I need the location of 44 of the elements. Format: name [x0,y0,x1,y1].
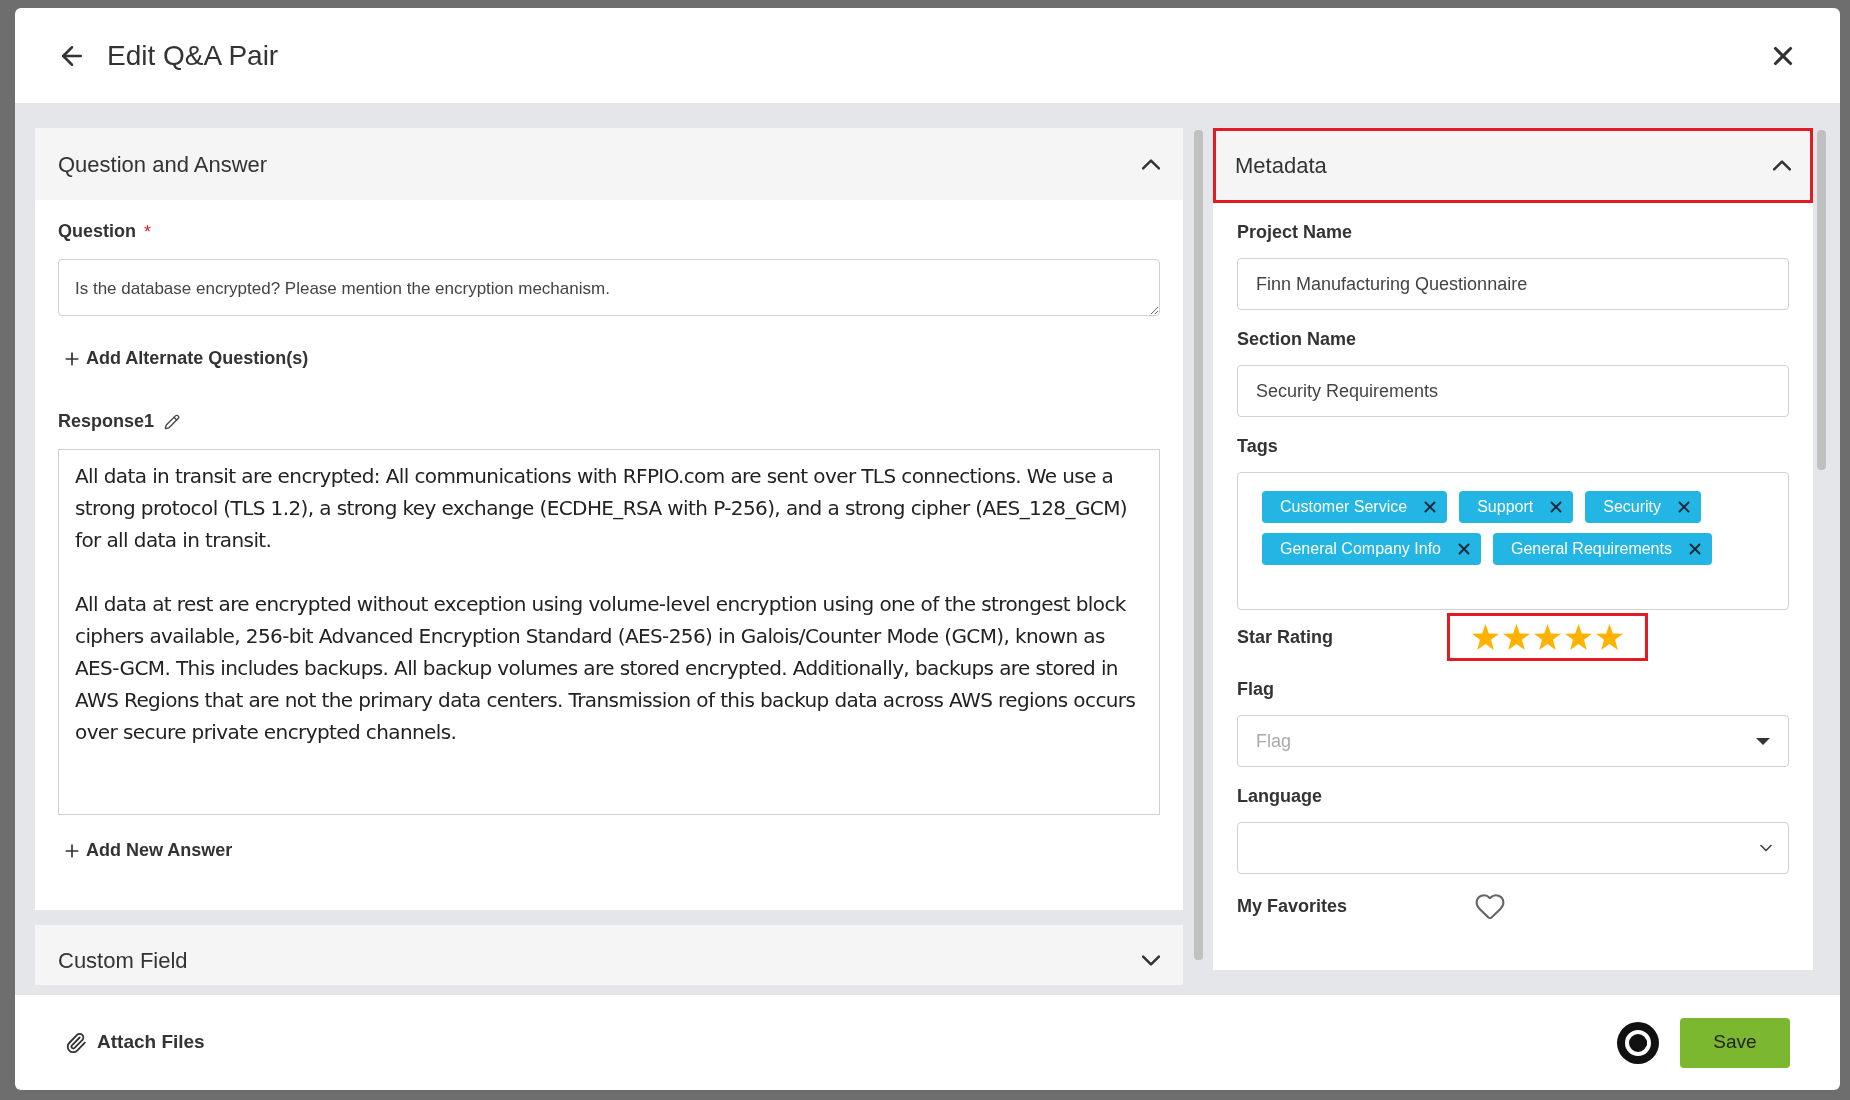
star-icon[interactable] [1565,624,1592,650]
assistant-logo-icon[interactable] [1616,1020,1660,1065]
chevron-icon [1142,954,1160,966]
add-alternate-question-link[interactable]: Add Alternate Question(s) [62,345,309,372]
question-field[interactable]: Is the database encrypted? Please mention the encryption mechanism. [58,259,1160,316]
star-icon[interactable] [1472,624,1499,650]
tag-chip: General Company Info [1262,533,1481,565]
scrollbar-thumb[interactable] [1816,130,1826,470]
text-field[interactable]: Finn Manufacturing Questionnaire [1237,258,1789,310]
field-label: Response1 [58,410,155,433]
field-label: Question [58,220,136,243]
field-label: Language [1237,785,1323,808]
chevron-icon [1142,158,1160,170]
tag-chip: Security [1585,491,1701,523]
star-rating[interactable] [1472,624,1623,650]
save-button[interactable]: Save [1680,1017,1790,1068]
section-header[interactable]: Custom Field [35,925,1183,985]
response-paragraph: All data in transit are encrypted: All communications with RFPIO.com are sent over TLS connections. We use a strong protocol (TLS 1.2), a strong key exchange (ECDHE_RSA with P-256), and a strong cipher (AES_128_GCM) for all data in transit. [75,463,1128,554]
field-label: Section Name [1237,328,1358,351]
field-label: Project Name [1237,221,1354,244]
section-header[interactable]: Question and Answer [35,128,1183,200]
paperclip-icon [65,1031,87,1054]
attach-files-button[interactable]: Attach Files [65,1028,205,1057]
dialog-title: Edit Q&A Pair [107,38,279,73]
star-icon[interactable] [1534,624,1561,650]
star-icon[interactable] [1596,624,1623,650]
response-paragraph: All data at rest are encrypted without exception using volume-level encryption using one of the strongest block ciphers available, 256-bit Advanced Encryption Standard (AES-256) in Galois/Counter Mode (GCM), known as AES-GCM. This includes backups. All backup volumes are stored encrypted. Additionally, backups are stored in AWS Regions that are not the primary data centers. Transmission of this backup data across AWS regions occurs over secure private encrypted channels. [75,591,1137,746]
text-field[interactable]: Security Requirements [1237,365,1789,417]
tag-chip: Customer Service [1262,491,1448,523]
tag-chip: General Requirements [1493,533,1712,565]
field-label: Star Rating [1237,625,1334,649]
pencil-icon[interactable] [164,413,181,430]
field-label: My Favorites [1237,894,1349,918]
required-mark: * [144,222,152,241]
tag-chip: Support [1459,491,1574,523]
chevron-icon [1773,160,1791,171]
star-icon[interactable] [1503,624,1530,650]
section-header[interactable]: Metadata [1213,128,1813,203]
dropdown-triangle-icon [1756,737,1770,745]
response-editor[interactable] [58,449,1160,815]
field-label: Flag [1237,678,1275,701]
add-new-answer-link[interactable]: Add New Answer [62,837,233,864]
field-label: Tags [1237,435,1279,458]
scrollbar-thumb[interactable] [1193,130,1203,960]
